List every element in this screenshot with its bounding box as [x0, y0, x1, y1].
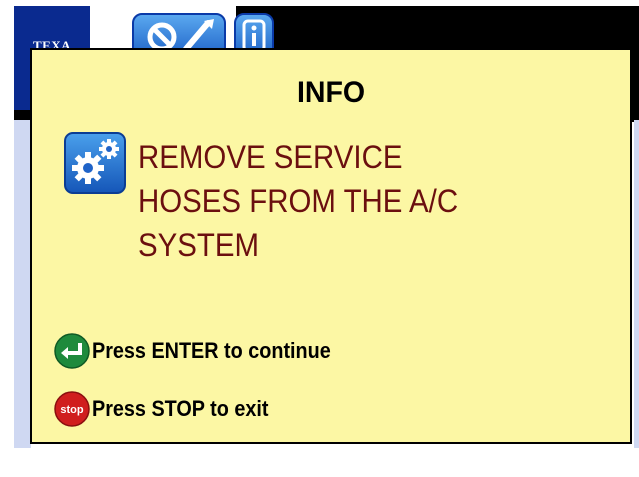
stop-label: Press STOP to exit — [92, 396, 269, 421]
dialog-title: INFO — [296, 76, 366, 109]
bottom-area — [14, 448, 639, 477]
stop-action[interactable]: stop Press STOP to exit — [54, 391, 288, 427]
left-panel-strip — [14, 120, 31, 450]
stop-icon[interactable]: stop — [54, 391, 90, 427]
enter-action[interactable]: Press ENTER to continue — [54, 333, 357, 369]
dialog-message: REMOVE SERVICE HOSES FROM THE A/C SYSTEM — [138, 135, 570, 267]
enter-label: Press ENTER to continue — [92, 338, 331, 363]
stop-icon-text: stop — [60, 404, 84, 416]
right-panel-strip — [634, 120, 639, 450]
info-dialog: INFO REMOVE SERVICE HOSES FROM THE A/C S… — [30, 48, 632, 444]
message-line: REMOVE SERVICE — [138, 139, 403, 175]
enter-icon[interactable] — [54, 333, 90, 369]
gears-icon — [64, 132, 126, 194]
message-line: HOSES FROM THE A/C — [138, 183, 459, 219]
message-line: SYSTEM — [138, 227, 260, 263]
